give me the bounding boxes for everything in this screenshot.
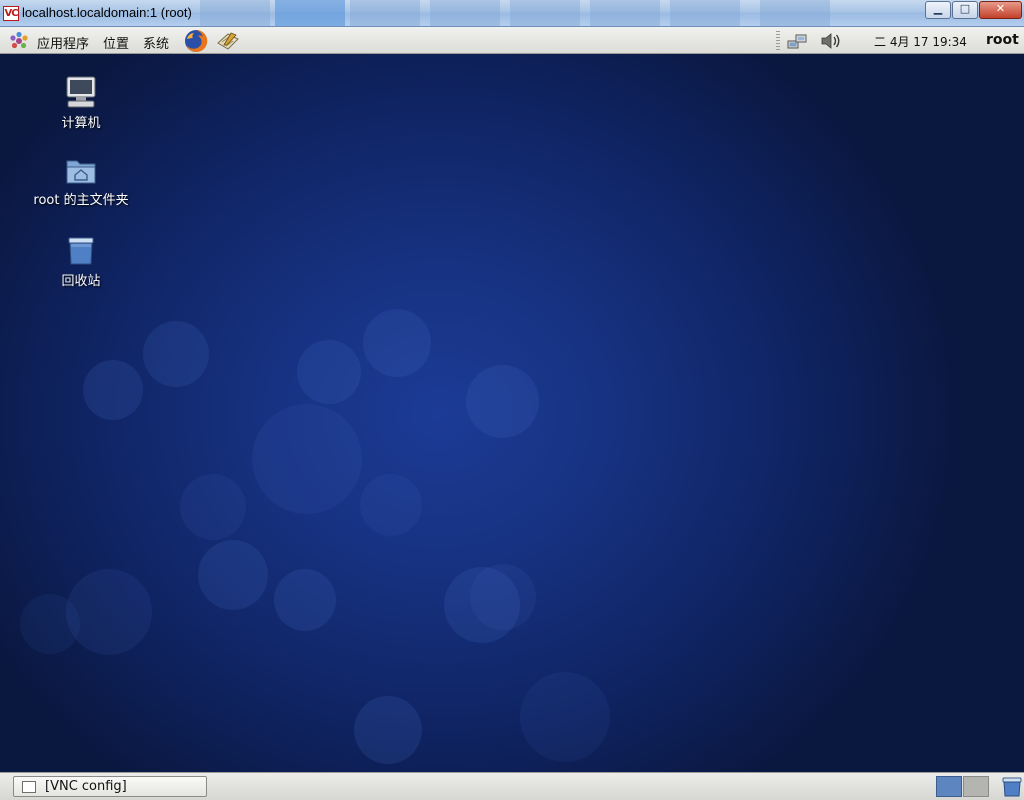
- wallpaper-bokeh: [297, 340, 361, 404]
- firefox-icon[interactable]: [184, 29, 208, 53]
- bottom-panel: [VNC config]: [0, 772, 1024, 800]
- wallpaper-bokeh: [466, 365, 539, 438]
- wallpaper-bokeh: [360, 474, 422, 536]
- wallpaper-bokeh: [20, 594, 80, 654]
- wallpaper-bokeh: [354, 696, 422, 764]
- wallpaper-bokeh: [470, 564, 536, 630]
- vnc-app-icon[interactable]: VC: [3, 6, 19, 21]
- user-switcher[interactable]: root: [986, 32, 1019, 48]
- network-icon[interactable]: [786, 32, 808, 50]
- wallpaper-bokeh: [198, 540, 268, 610]
- taskbar-item[interactable]: [VNC config]: [13, 776, 207, 797]
- wallpaper-bokeh: [252, 404, 362, 514]
- volume-icon[interactable]: [820, 31, 842, 51]
- taskbar-item-label: [VNC config]: [45, 779, 127, 794]
- wallpaper-bokeh: [180, 474, 246, 540]
- trash-icon[interactable]: [1001, 776, 1023, 797]
- close-button[interactable]: ✕: [979, 1, 1022, 19]
- window-title: localhost.localdomain:1 (root): [22, 5, 192, 20]
- applications-menu[interactable]: 应用程序: [37, 33, 89, 52]
- maximize-button[interactable]: □: [952, 1, 978, 19]
- gnome-foot-icon[interactable]: [9, 31, 29, 51]
- wallpaper-bokeh: [83, 360, 143, 420]
- minimize-button[interactable]: ▁: [925, 1, 951, 19]
- workspace-1[interactable]: [936, 776, 962, 797]
- desktop[interactable]: 计算机 root 的主文件夹 回收站: [0, 54, 1024, 772]
- desktop-icon-home-folder[interactable]: root 的主文件夹: [21, 157, 141, 208]
- desktop-icon-computer[interactable]: 计算机: [21, 76, 141, 131]
- wallpaper-bokeh: [274, 569, 336, 631]
- window-titlebar[interactable]: VC localhost.localdomain:1 (root) ▁ □ ✕: [0, 0, 1024, 27]
- desktop-icon-label: 回收站: [61, 274, 101, 289]
- wallpaper-bokeh: [143, 321, 209, 387]
- wallpaper-bokeh: [520, 672, 610, 762]
- home-folder-icon: [66, 160, 96, 184]
- desktop-icon-label: 计算机: [61, 116, 101, 131]
- places-menu[interactable]: 位置: [103, 33, 129, 52]
- computer-icon: [66, 76, 96, 108]
- wallpaper-bokeh: [66, 569, 152, 655]
- system-menu[interactable]: 系统: [143, 33, 169, 52]
- wallpaper-bokeh: [363, 309, 431, 377]
- top-panel: 应用程序 位置 系统 二 4月 17 19:34 root: [0, 27, 1024, 54]
- desktop-icon-label: root 的主文件夹: [33, 193, 129, 208]
- text-editor-icon[interactable]: [216, 31, 240, 51]
- trash-icon: [68, 237, 94, 265]
- panel-separator: [776, 31, 780, 51]
- workspace-2[interactable]: [963, 776, 989, 797]
- desktop-icon-trash[interactable]: 回收站: [21, 236, 141, 289]
- window-icon: [22, 781, 36, 793]
- panel-clock[interactable]: 二 4月 17 19:34: [874, 33, 967, 50]
